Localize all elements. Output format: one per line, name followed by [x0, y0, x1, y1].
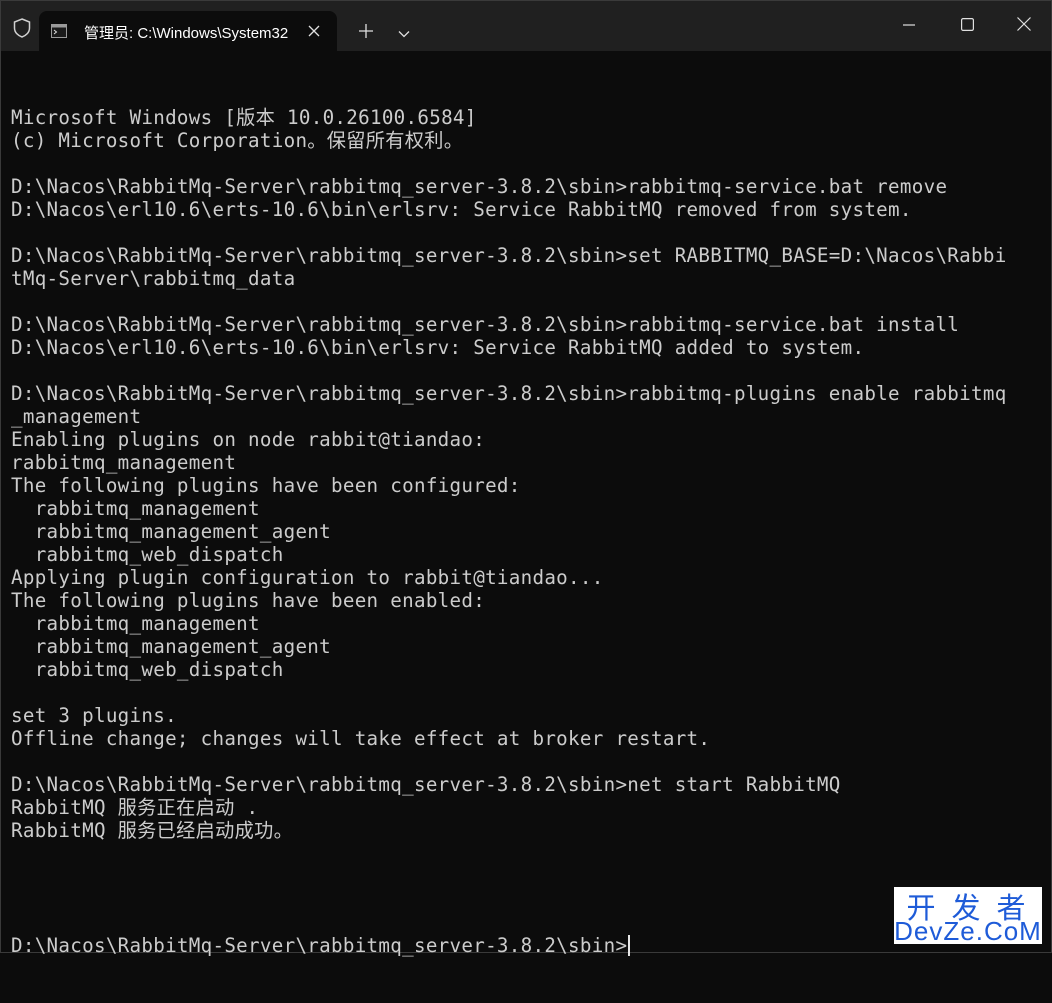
terminal-line: D:\Nacos\RabbitMq-Server\rabbitmq_server…: [11, 313, 960, 336]
terminal-line: RabbitMQ 服务已经启动成功。: [11, 819, 294, 842]
close-icon[interactable]: [303, 20, 325, 42]
maximize-icon: [960, 16, 974, 35]
minimize-button[interactable]: [880, 1, 938, 49]
terminal-line: D:\Nacos\RabbitMq-Server\rabbitmq_server…: [11, 773, 841, 796]
new-tab-button[interactable]: [352, 18, 380, 46]
terminal-line: D:\Nacos\erl10.6\erts-10.6\bin\erlsrv: S…: [11, 198, 912, 221]
terminal-line: _management: [11, 405, 142, 428]
terminal-line: Applying plugin configuration to rabbit@…: [11, 566, 604, 589]
terminal-line: RabbitMQ 服务正在启动 .: [11, 796, 259, 819]
terminal-line: D:\Nacos\RabbitMq-Server\rabbitmq_server…: [11, 244, 1007, 267]
terminal-line: rabbitmq_management: [11, 612, 260, 635]
terminal-line: D:\Nacos\erl10.6\erts-10.6\bin\erlsrv: S…: [11, 336, 865, 359]
tab-terminal[interactable]: 管理员: C:\Windows\System32: [39, 11, 337, 51]
terminal-line: rabbitmq_management: [11, 451, 237, 474]
chevron-down-icon: [398, 23, 410, 42]
terminal-icon: [51, 23, 67, 38]
terminal-line: rabbitmq_web_dispatch: [11, 543, 284, 566]
terminal-line: Enabling plugins on node rabbit@tiandao:: [11, 428, 486, 451]
terminal-lines: Microsoft Windows [版本 10.0.26100.6584] (c…: [11, 106, 1041, 888]
terminal-line: D:\Nacos\RabbitMq-Server\rabbitmq_server…: [11, 382, 1007, 405]
watermark-en: DevZe.CoM: [894, 916, 1042, 946]
terminal-line: Offline change; changes will take effect…: [11, 727, 711, 750]
watermark-logo: 开发者 DevZe.CoM: [894, 887, 1042, 946]
terminal-line: Microsoft Windows [版本 10.0.26100.6584]: [11, 106, 477, 129]
terminal-line: rabbitmq_management: [11, 497, 260, 520]
terminal-line: tMq-Server\rabbitmq_data: [11, 267, 296, 290]
minimize-icon: [903, 16, 915, 35]
terminal-line: (c) Microsoft Corporation。保留所有权利。: [11, 129, 464, 152]
tab-title: 管理员: C:\Windows\System32: [84, 25, 289, 42]
terminal-output[interactable]: Microsoft Windows [版本 10.0.26100.6584] (c…: [11, 60, 1041, 1003]
terminal-line: D:\Nacos\RabbitMq-Server\rabbitmq_server…: [11, 175, 948, 198]
terminal-line: The following plugins have been configur…: [11, 474, 521, 497]
terminal-line: The following plugins have been enabled:: [11, 589, 486, 612]
terminal-line: rabbitmq_management_agent: [11, 520, 331, 543]
terminal-line: rabbitmq_management_agent: [11, 635, 331, 658]
terminal-line: set 3 plugins.: [11, 704, 177, 727]
tab-dropdown-button[interactable]: [391, 18, 417, 46]
title-bar[interactable]: 管理员: C:\Windows\System32: [1, 1, 1051, 51]
plus-icon: [359, 23, 373, 42]
close-window-button[interactable]: [995, 1, 1052, 49]
close-icon: [1017, 16, 1031, 35]
terminal-prompt: D:\Nacos\RabbitMq-Server\rabbitmq_server…: [11, 934, 628, 957]
maximize-button[interactable]: [938, 1, 996, 49]
terminal-prompt-line[interactable]: D:\Nacos\RabbitMq-Server\rabbitmq_server…: [11, 934, 1041, 957]
terminal-window: 管理员: C:\Windows\System32 Microsoft Windo…: [0, 0, 1052, 957]
shield-icon: [9, 15, 35, 41]
terminal-line: rabbitmq_web_dispatch: [11, 658, 284, 681]
